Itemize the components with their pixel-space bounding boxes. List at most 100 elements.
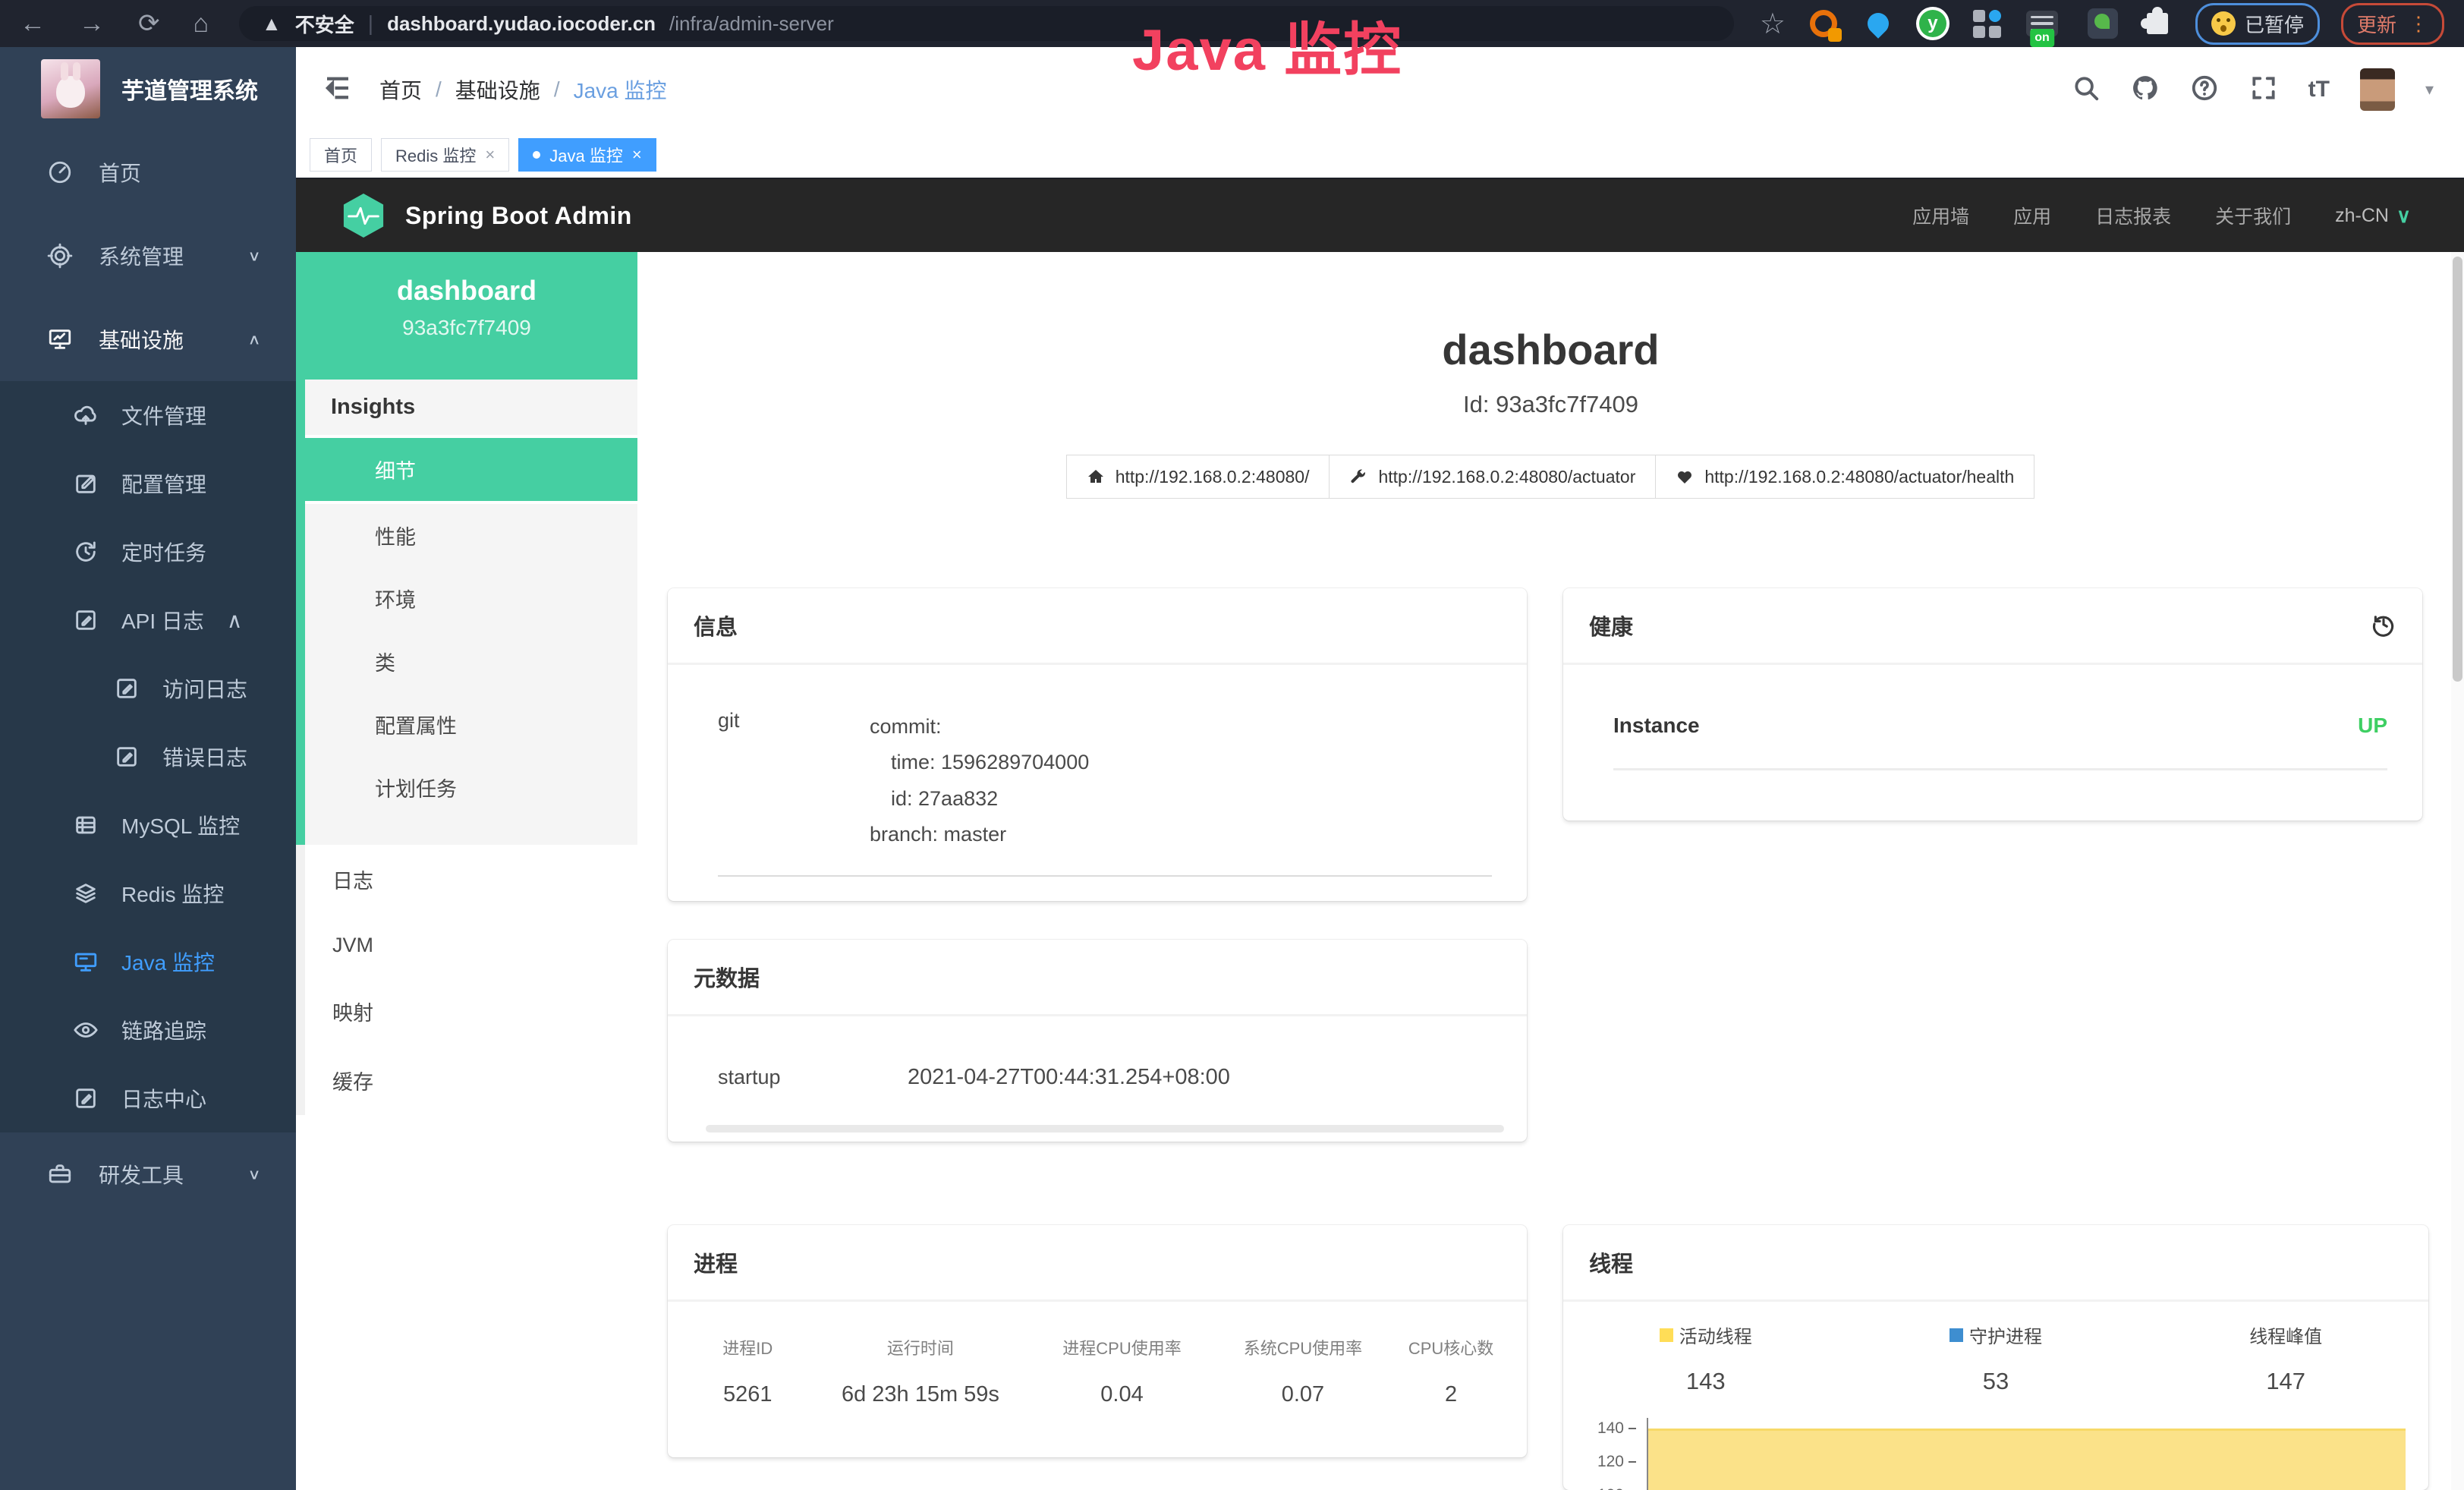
- extension-drop-icon[interactable]: [1861, 7, 1895, 40]
- sidebar-item-infrastructure[interactable]: 基础设施 ∧: [0, 298, 296, 381]
- home-icon[interactable]: ⌂: [194, 9, 209, 39]
- inst-nav-details[interactable]: 细节: [305, 438, 637, 504]
- profile-paused-pill[interactable]: 已暂停: [2195, 3, 2320, 45]
- instance-sidebar: dashboard 93a3fc7f7409 Insights 细节 性能 环境…: [296, 252, 637, 1490]
- sidebar-item-tracing[interactable]: 链路追踪: [0, 996, 296, 1064]
- col-pid: 进程ID: [686, 1335, 810, 1359]
- forward-icon[interactable]: →: [79, 9, 105, 39]
- sidebar-item-config-management[interactable]: 配置管理: [0, 449, 296, 518]
- scrollbar-thumb[interactable]: [2453, 257, 2462, 682]
- sidebar-item-error-log[interactable]: 错误日志: [0, 723, 296, 791]
- inst-nav-jvm[interactable]: JVM: [305, 914, 637, 977]
- sidebar-item-redis-monitor[interactable]: Redis 监控: [0, 859, 296, 928]
- extension-leaf-icon[interactable]: [2086, 7, 2119, 40]
- inst-nav-environment[interactable]: 环境: [305, 567, 637, 630]
- breadcrumb-home[interactable]: 首页: [379, 74, 422, 105]
- sba-link-applications[interactable]: 应用: [2013, 202, 2051, 229]
- browser-right-cluster: ☆ y on 已暂停 更新 ⋮: [1760, 3, 2444, 45]
- threads-legend-values: 143 53 147: [1581, 1348, 2410, 1395]
- tab-redis-monitor[interactable]: Redis 监控 ×: [381, 138, 509, 172]
- screen-icon: [73, 949, 99, 975]
- search-icon[interactable]: [2072, 74, 2101, 106]
- close-icon[interactable]: ×: [485, 145, 495, 165]
- metadata-card: 元数据 startup 2021-04-27T00:44:31.254+08:0…: [668, 940, 1527, 1142]
- github-icon[interactable]: [2131, 74, 2160, 106]
- extensions-puzzle-icon[interactable]: [2141, 7, 2174, 40]
- sba-navbar: Spring Boot Admin 应用墙 应用 日志报表 关于我们 zh-CN…: [296, 179, 2464, 252]
- sidebar-item-api-log[interactable]: API 日志 ∧: [0, 586, 296, 654]
- chevron-down-icon: ∨: [247, 247, 261, 264]
- paused-label: 已暂停: [2245, 10, 2304, 38]
- sidebar-item-home[interactable]: 首页: [0, 131, 296, 214]
- app-logo-row[interactable]: 芋道管理系统: [0, 47, 296, 131]
- chart-plot-area: [1647, 1418, 2410, 1490]
- service-url-button[interactable]: http://192.168.0.2:48080/: [1066, 455, 1330, 499]
- instance-header[interactable]: dashboard 93a3fc7f7409: [296, 252, 637, 380]
- inst-nav-config-props[interactable]: 配置属性: [305, 693, 637, 756]
- sidebar-item-file-management[interactable]: 文件管理: [0, 381, 296, 449]
- avatar-caret-icon[interactable]: ▾: [2425, 80, 2434, 99]
- tab-java-monitor[interactable]: Java 监控 ×: [518, 138, 656, 172]
- threads-legend: 活动线程 守护进程 线程峰值: [1581, 1321, 2410, 1348]
- sidebar-item-dev-tools[interactable]: 研发工具 ∨: [0, 1132, 296, 1216]
- extension-grid-icon[interactable]: [1971, 7, 2004, 40]
- inst-nav-beans[interactable]: 类: [305, 630, 637, 693]
- update-label: 更新: [2357, 10, 2396, 38]
- info-row-label: git: [718, 709, 870, 852]
- sidebar-item-scheduled-jobs[interactable]: 定时任务: [0, 518, 296, 586]
- inst-nav-caches[interactable]: 缓存: [305, 1046, 637, 1115]
- metadata-card-title: 元数据: [694, 961, 760, 993]
- app-logo: [41, 59, 100, 118]
- col-system-cpu: 系统CPU使用率: [1213, 1335, 1393, 1359]
- browser-menu-icon[interactable]: ⋮: [2409, 12, 2428, 36]
- browser-nav: ← → ⟳ ⌂: [20, 8, 209, 39]
- wrench-icon: [1349, 468, 1367, 486]
- font-size-icon[interactable]: tT: [2308, 77, 2330, 102]
- sba-link-journal[interactable]: 日志报表: [2095, 202, 2171, 229]
- user-avatar[interactable]: [2360, 68, 2395, 111]
- extension-orange-icon[interactable]: [1807, 7, 1840, 40]
- help-icon[interactable]: [2190, 74, 2219, 106]
- sba-brand[interactable]: Spring Boot Admin: [341, 192, 632, 239]
- address-bar[interactable]: ▲ 不安全 | dashboard.yudao.iocoder.cn /infr…: [239, 6, 1734, 41]
- inst-nav-metrics[interactable]: 性能: [305, 504, 637, 567]
- gauge-icon: [47, 159, 73, 185]
- breadcrumb-infrastructure[interactable]: 基础设施: [455, 74, 540, 105]
- sba-link-about[interactable]: 关于我们: [2215, 202, 2291, 229]
- legend-swatch-yellow: [1660, 1328, 1673, 1342]
- sidebar-item-access-log[interactable]: 访问日志: [0, 654, 296, 723]
- sba-locale-select[interactable]: zh-CN ∨: [2335, 204, 2411, 228]
- vertical-scrollbar[interactable]: [2451, 252, 2464, 1490]
- val-cpu-cores: 2: [1393, 1382, 1509, 1407]
- actuator-url-button[interactable]: http://192.168.0.2:48080/actuator: [1329, 455, 1656, 499]
- sidebar-toggle[interactable]: [322, 72, 354, 108]
- sidebar-item-java-monitor[interactable]: Java 监控: [0, 928, 296, 996]
- divider: [718, 875, 1492, 877]
- bookmark-star-icon[interactable]: ☆: [1760, 7, 1786, 41]
- inst-nav-logging[interactable]: 日志: [305, 845, 637, 914]
- history-icon[interactable]: [2371, 611, 2396, 641]
- back-icon[interactable]: ←: [20, 9, 46, 39]
- reload-icon[interactable]: ⟳: [138, 8, 160, 39]
- inst-nav-scheduled-tasks[interactable]: 计划任务: [305, 756, 637, 819]
- edit-note-icon: [114, 676, 140, 701]
- health-url-button[interactable]: http://192.168.0.2:48080/actuator/health: [1655, 455, 2034, 499]
- sidebar-item-log-center[interactable]: 日志中心: [0, 1064, 296, 1132]
- horizontal-scrollbar[interactable]: [706, 1125, 1504, 1132]
- chrome-update-button[interactable]: 更新 ⋮: [2341, 3, 2444, 45]
- sba-link-wallboard[interactable]: 应用墙: [1912, 202, 1969, 229]
- sidebar-item-system[interactable]: 系统管理 ∨: [0, 214, 296, 298]
- threads-card-title: 线程: [1589, 1246, 1633, 1278]
- sidebar-item-mysql-monitor[interactable]: MySQL 监控: [0, 791, 296, 859]
- home-icon: [1087, 468, 1105, 486]
- fullscreen-icon[interactable]: [2249, 74, 2278, 106]
- status-badge: UP: [2358, 713, 2387, 738]
- tab-home[interactable]: 首页: [310, 138, 372, 172]
- col-uptime: 运行时间: [810, 1335, 1032, 1359]
- app-title: 芋道管理系统: [121, 72, 258, 106]
- close-icon[interactable]: ×: [632, 145, 642, 165]
- extension-list-icon[interactable]: on: [2025, 7, 2059, 40]
- extension-y-icon[interactable]: y: [1916, 7, 1949, 40]
- legend-peak-threads: 线程峰值: [2161, 1321, 2410, 1348]
- inst-nav-mappings[interactable]: 映射: [305, 977, 637, 1046]
